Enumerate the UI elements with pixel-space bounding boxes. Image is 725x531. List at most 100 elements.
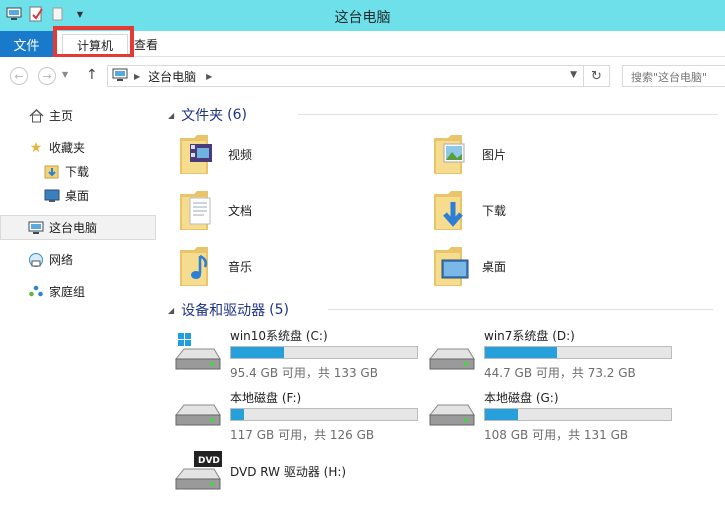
video-folder-icon bbox=[178, 130, 222, 178]
drive-usage-fill bbox=[231, 347, 284, 358]
group-header-drives[interactable]: ◢ 设备和驱动器 (5) bbox=[168, 300, 723, 320]
folder-item[interactable]: 下载 bbox=[432, 186, 506, 234]
collapse-arrow-icon[interactable]: ◢ bbox=[168, 306, 174, 315]
homegroup-icon bbox=[28, 284, 44, 300]
folder-name: 图片 bbox=[482, 147, 507, 162]
computer-icon bbox=[112, 68, 128, 85]
desktop-icon bbox=[44, 188, 60, 204]
computer-icon bbox=[28, 220, 44, 236]
refresh-button[interactable]: ↻ bbox=[584, 65, 610, 87]
drive-name: win10系统盘 (C:) bbox=[230, 329, 328, 343]
drive-item[interactable]: 本地磁盘 (F:) 117 GB 可用，共 126 GB bbox=[172, 389, 422, 442]
group-count: (6) bbox=[227, 107, 247, 123]
drive-usage-bar bbox=[230, 346, 418, 359]
hard-drive-icon bbox=[426, 333, 476, 379]
sidebar-item-label: 下载 bbox=[65, 165, 90, 179]
star-icon: ★ bbox=[29, 139, 43, 156]
drive-free-space: 44.7 GB 可用，共 73.2 GB bbox=[484, 366, 636, 380]
tab-view[interactable]: 查看 bbox=[134, 31, 160, 57]
folder-name: 下载 bbox=[482, 203, 507, 218]
hard-drive-icon bbox=[426, 395, 476, 441]
drive-usage-bar bbox=[230, 408, 418, 421]
sidebar-item-label: 家庭组 bbox=[49, 285, 86, 299]
sidebar-item-homegroup[interactable]: 家庭组 bbox=[28, 283, 85, 300]
group-divider bbox=[298, 114, 718, 115]
group-title: 设备和驱动器 bbox=[181, 303, 266, 319]
forward-arrow-icon: → bbox=[42, 69, 52, 83]
drive-free-space: 108 GB 可用，共 131 GB bbox=[484, 428, 629, 442]
desktop-folder-icon bbox=[432, 242, 476, 290]
up-button[interactable]: ↑ bbox=[86, 67, 98, 83]
ribbon-tabs: 文件 计算机 查看 bbox=[0, 31, 725, 57]
address-bar[interactable]: ▶ 这台电脑 ▶ ▼ bbox=[107, 65, 584, 87]
sidebar-item-home[interactable]: 主页 bbox=[28, 107, 73, 124]
download-folder-icon bbox=[44, 164, 60, 180]
group-divider bbox=[328, 309, 713, 310]
folder-item[interactable]: 音乐 bbox=[178, 242, 252, 290]
title-bar: ▼ 这台电脑 bbox=[0, 0, 725, 31]
hard-drive-icon bbox=[172, 395, 222, 441]
drive-item[interactable]: DVD DVD RW 驱动器 (H:) bbox=[172, 451, 422, 515]
address-dropdown-chevron-icon[interactable]: ▼ bbox=[570, 70, 577, 80]
back-button[interactable]: ← bbox=[10, 67, 28, 85]
sidebar-item-label: 这台电脑 bbox=[49, 221, 98, 235]
folder-name: 视频 bbox=[228, 147, 253, 162]
tab-file[interactable]: 文件 bbox=[0, 31, 53, 57]
pictures-folder-icon bbox=[432, 130, 476, 178]
collapse-arrow-icon[interactable]: ◢ bbox=[168, 111, 174, 120]
drive-usage-bar bbox=[484, 346, 672, 359]
music-folder-icon bbox=[178, 242, 222, 290]
sidebar-item-this-pc[interactable]: 这台电脑 bbox=[28, 219, 97, 236]
sidebar-item-network[interactable]: 网络 bbox=[28, 251, 73, 268]
drive-name: 本地磁盘 (F:) bbox=[230, 391, 302, 405]
breadcrumb-separator-icon[interactable]: ▶ bbox=[206, 72, 212, 81]
drive-item[interactable]: win7系统盘 (D:) 44.7 GB 可用，共 73.2 GB bbox=[426, 327, 676, 380]
breadcrumb-separator-icon[interactable]: ▶ bbox=[134, 72, 140, 81]
folder-item[interactable]: 视频 bbox=[178, 130, 252, 178]
sidebar-item-label: 网络 bbox=[49, 253, 74, 267]
folder-name: 音乐 bbox=[228, 259, 253, 274]
drive-free-space: 95.4 GB 可用，共 133 GB bbox=[230, 366, 378, 380]
drive-usage-fill bbox=[485, 409, 518, 420]
recent-locations-chevron-icon[interactable]: ▼ bbox=[62, 70, 68, 79]
sidebar-item-label: 桌面 bbox=[65, 189, 90, 203]
network-icon bbox=[28, 252, 44, 268]
group-header-folders[interactable]: ◢ 文件夹 (6) bbox=[168, 105, 723, 125]
drive-usage-fill bbox=[231, 409, 245, 420]
group-title: 文件夹 bbox=[181, 108, 224, 124]
drive-item[interactable]: 本地磁盘 (G:) 108 GB 可用，共 131 GB bbox=[426, 389, 676, 442]
navigation-pane: 主页 ★ 收藏夹 下载 桌面 这台电脑 网络 家庭组 bbox=[0, 95, 160, 531]
downloads-folder-icon bbox=[432, 186, 476, 234]
home-icon bbox=[28, 108, 44, 124]
drive-free-space: 117 GB 可用，共 126 GB bbox=[230, 428, 375, 442]
window-title: 这台电脑 bbox=[334, 10, 391, 26]
drive-usage-bar bbox=[484, 408, 672, 421]
sidebar-item-label: 主页 bbox=[49, 109, 74, 123]
breadcrumb-this-pc[interactable]: 这台电脑 bbox=[148, 68, 196, 85]
svg-text:DVD: DVD bbox=[198, 456, 220, 466]
drive-name: 本地磁盘 (G:) bbox=[484, 391, 559, 405]
content-pane: ◢ 文件夹 (6) 视频 图片 文档 下载 音乐 桌面 ◢ 设备和驱动器 (5)… bbox=[160, 95, 725, 531]
folder-name: 桌面 bbox=[482, 259, 507, 274]
refresh-icon: ↻ bbox=[591, 68, 602, 84]
drive-usage-fill bbox=[485, 347, 558, 358]
navigation-bar: ← → ▼ ↑ ▶ 这台电脑 ▶ ▼ ↻ bbox=[0, 57, 725, 95]
forward-button[interactable]: → bbox=[38, 67, 56, 85]
tab-computer[interactable]: 计算机 bbox=[62, 34, 128, 55]
sidebar-item-downloads[interactable]: 下载 bbox=[44, 163, 89, 180]
windows-drive-icon bbox=[172, 333, 222, 379]
drive-name: win7系统盘 (D:) bbox=[484, 329, 575, 343]
folder-item[interactable]: 桌面 bbox=[432, 242, 506, 290]
folder-item[interactable]: 文档 bbox=[178, 186, 252, 234]
search-input[interactable] bbox=[622, 65, 725, 87]
dvd-drive-icon: DVD bbox=[172, 449, 222, 495]
folder-item[interactable]: 图片 bbox=[432, 130, 506, 178]
folder-name: 文档 bbox=[228, 203, 253, 218]
back-arrow-icon: ← bbox=[14, 69, 24, 83]
sidebar-item-favorites[interactable]: ★ 收藏夹 bbox=[28, 139, 85, 156]
drive-name: DVD RW 驱动器 (H:) bbox=[230, 465, 347, 479]
drive-item[interactable]: win10系统盘 (C:) 95.4 GB 可用，共 133 GB bbox=[172, 327, 422, 380]
sidebar-item-desktop[interactable]: 桌面 bbox=[44, 187, 89, 204]
documents-folder-icon bbox=[178, 186, 222, 234]
sidebar-item-label: 收藏夹 bbox=[49, 141, 86, 155]
